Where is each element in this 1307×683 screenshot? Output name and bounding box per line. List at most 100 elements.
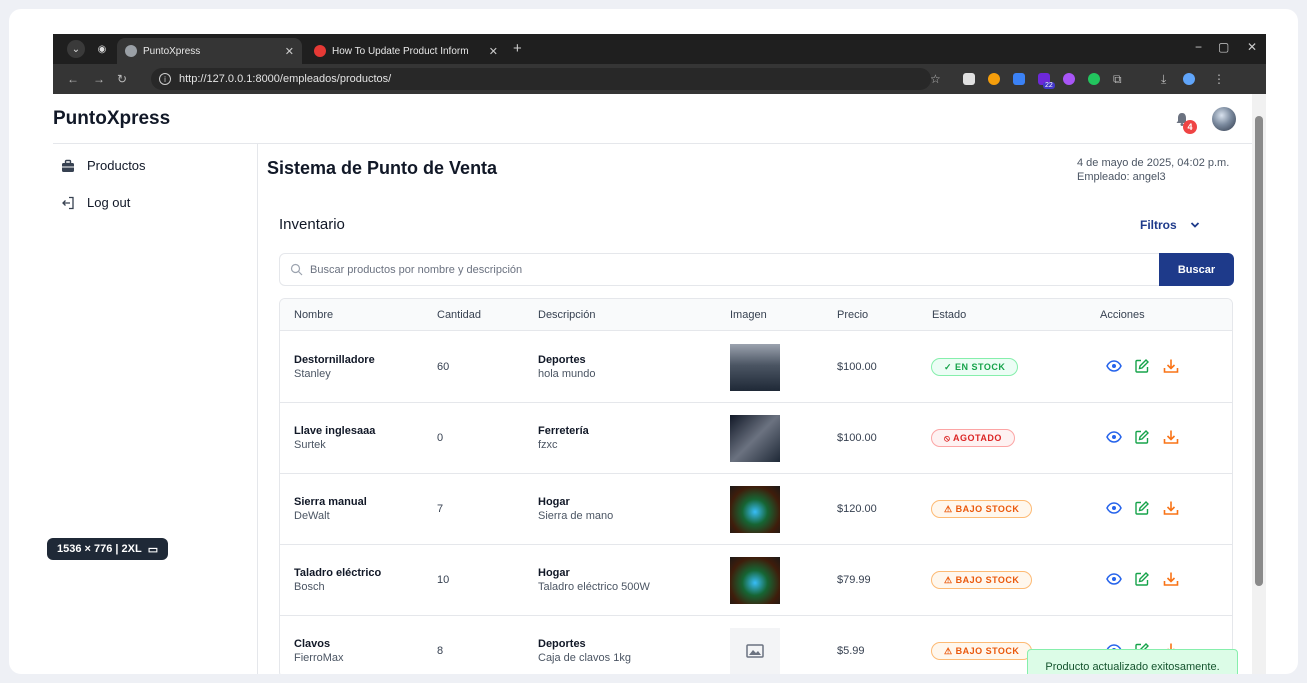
column-header: Imagen <box>730 309 767 321</box>
monitor-icon: ▭ <box>147 543 159 556</box>
edit-icon[interactable] <box>1134 500 1150 516</box>
product-name-cell: Destornilladore Stanley <box>294 354 375 380</box>
download-icon[interactable]: ⤓ <box>1161 72 1166 87</box>
search-button[interactable]: Buscar <box>1159 253 1234 286</box>
description-cell: Hogar Taladro eléctrico 500W <box>538 567 650 593</box>
table-row: Sierra manual DeWalt 7 Hogar Sierra de m… <box>280 474 1232 545</box>
product-brand: Stanley <box>294 368 331 380</box>
price-cell: $100.00 <box>837 361 877 373</box>
view-eye-icon[interactable] <box>1106 500 1122 516</box>
close-icon[interactable]: ✕ <box>483 45 498 58</box>
sidebar-item-productos[interactable]: Productos <box>61 158 146 173</box>
site-info-icon[interactable]: i <box>159 73 171 85</box>
search-bar: Buscar <box>279 253 1234 286</box>
avatar[interactable] <box>1212 107 1236 131</box>
quantity-cell: 60 <box>437 361 450 373</box>
edit-icon[interactable] <box>1134 358 1150 374</box>
app-root: PuntoXpress 4 Productos Log out Sistema … <box>53 94 1266 674</box>
view-eye-icon[interactable] <box>1106 358 1122 374</box>
status-badge: ⚠ BAJO STOCK <box>931 500 1033 518</box>
screenshot-frame: ⌄ ◉ PuntoXpress ✕ How To Update Product … <box>9 9 1298 674</box>
back-icon[interactable]: ← <box>67 72 79 86</box>
product-brand: DeWalt <box>294 510 330 522</box>
status-badge: ⚠ BAJO STOCK <box>931 642 1033 660</box>
column-header: Cantidad <box>437 309 482 321</box>
category: Ferretería <box>538 425 589 437</box>
quantity-cell: 8 <box>437 645 444 657</box>
extensions-puzzle-icon[interactable]: ⧉ <box>1113 72 1122 87</box>
description-cell: Deportes Caja de clavos 1kg <box>538 638 631 664</box>
reload-icon[interactable]: ↻ <box>117 72 127 86</box>
main-content: Sistema de Punto de Venta 4 de mayo de 2… <box>267 144 1257 674</box>
column-header: Nombre <box>294 309 334 321</box>
brand-logo[interactable]: PuntoXpress <box>53 108 170 130</box>
tab-puntoxpress[interactable]: PuntoXpress ✕ <box>117 38 302 64</box>
search-input[interactable] <box>310 261 910 279</box>
table-row: Taladro eléctrico Bosch 10 Hogar Taladro… <box>280 545 1232 616</box>
extension-gear-icon[interactable] <box>1063 73 1075 85</box>
restore-icon[interactable]: ▢ <box>1218 40 1229 54</box>
tab-how-to-update[interactable]: How To Update Product Inform ✕ <box>306 38 506 64</box>
minimize-icon[interactable]: − <box>1195 40 1202 54</box>
download-icon[interactable] <box>1163 429 1179 445</box>
bookmark-star-icon[interactable]: ☆ <box>930 72 941 86</box>
extension-cookie-icon[interactable] <box>988 73 1000 85</box>
extension-dot-icon[interactable] <box>1088 73 1100 85</box>
download-icon[interactable] <box>1163 571 1179 587</box>
view-eye-icon[interactable] <box>1106 571 1122 587</box>
status-badge: ⚠ BAJO STOCK <box>931 571 1033 589</box>
scrollbar-thumb[interactable] <box>1255 116 1263 586</box>
description-cell: Deportes hola mundo <box>538 354 596 380</box>
download-icon[interactable] <box>1163 358 1179 374</box>
sidebar-item-label: Log out <box>87 195 131 210</box>
category: Deportes <box>538 354 586 366</box>
close-icon[interactable]: ✕ <box>279 45 294 58</box>
top-navbar: PuntoXpress 4 <box>53 94 1253 144</box>
new-tab-button[interactable]: + <box>513 40 522 57</box>
product-name-cell: Taladro eléctrico Bosch <box>294 567 381 593</box>
url-field[interactable]: i http://127.0.0.1:8000/empleados/produc… <box>151 68 931 90</box>
product-name-cell: Llave inglesaaa Surtek <box>294 425 375 451</box>
table-header: Nombre Cantidad Descripción Imagen Preci… <box>280 299 1232 331</box>
view-eye-icon[interactable] <box>1106 429 1122 445</box>
product-image <box>730 557 780 604</box>
description-cell: Hogar Sierra de mano <box>538 496 613 522</box>
site-favicon-icon <box>314 45 326 57</box>
briefcase-icon <box>62 159 74 172</box>
edit-icon[interactable] <box>1134 571 1150 587</box>
profile-icon[interactable]: ◉ <box>93 40 111 58</box>
download-icon[interactable] <box>1163 500 1179 516</box>
column-header: Descripción <box>538 309 596 321</box>
page-title: Sistema de Punto de Venta <box>267 158 498 178</box>
globe-icon <box>125 45 137 57</box>
extension-docs-icon[interactable] <box>1013 73 1025 85</box>
filters-toggle[interactable]: Filtros <box>1140 218 1200 232</box>
browser-window: ⌄ ◉ PuntoXpress ✕ How To Update Product … <box>53 34 1266 674</box>
sidebar: Productos Log out <box>53 144 258 674</box>
product-image <box>730 628 780 674</box>
description-cell: Ferretería fzxc <box>538 425 589 451</box>
description: hola mundo <box>538 368 596 380</box>
extension-pen-icon[interactable] <box>963 73 975 85</box>
product-name: Sierra manual <box>294 496 367 508</box>
page-scrollbar[interactable] <box>1252 94 1266 674</box>
product-brand: Surtek <box>294 439 326 451</box>
category: Deportes <box>538 638 586 650</box>
product-name: Clavos <box>294 638 331 650</box>
tab-search-button[interactable]: ⌄ <box>67 40 85 58</box>
price-cell: $100.00 <box>837 432 877 444</box>
tab-strip: ⌄ ◉ PuntoXpress ✕ How To Update Product … <box>53 34 1266 64</box>
search-icon <box>290 263 303 276</box>
address-bar: ← → ↻ i http://127.0.0.1:8000/empleados/… <box>53 64 1266 94</box>
sidebar-item-logout[interactable]: Log out <box>61 195 130 210</box>
sidebar-item-label: Productos <box>87 158 146 173</box>
category: Hogar <box>538 567 570 579</box>
price-cell: $79.99 <box>837 574 871 586</box>
profile-avatar-icon[interactable] <box>1183 73 1195 85</box>
edit-icon[interactable] <box>1134 429 1150 445</box>
column-header: Estado <box>932 309 967 321</box>
menu-kebab-icon[interactable]: ⋮ <box>1213 72 1225 86</box>
description: fzxc <box>538 439 558 451</box>
forward-icon[interactable]: → <box>93 72 105 86</box>
window-close-icon[interactable]: ✕ <box>1247 40 1257 54</box>
